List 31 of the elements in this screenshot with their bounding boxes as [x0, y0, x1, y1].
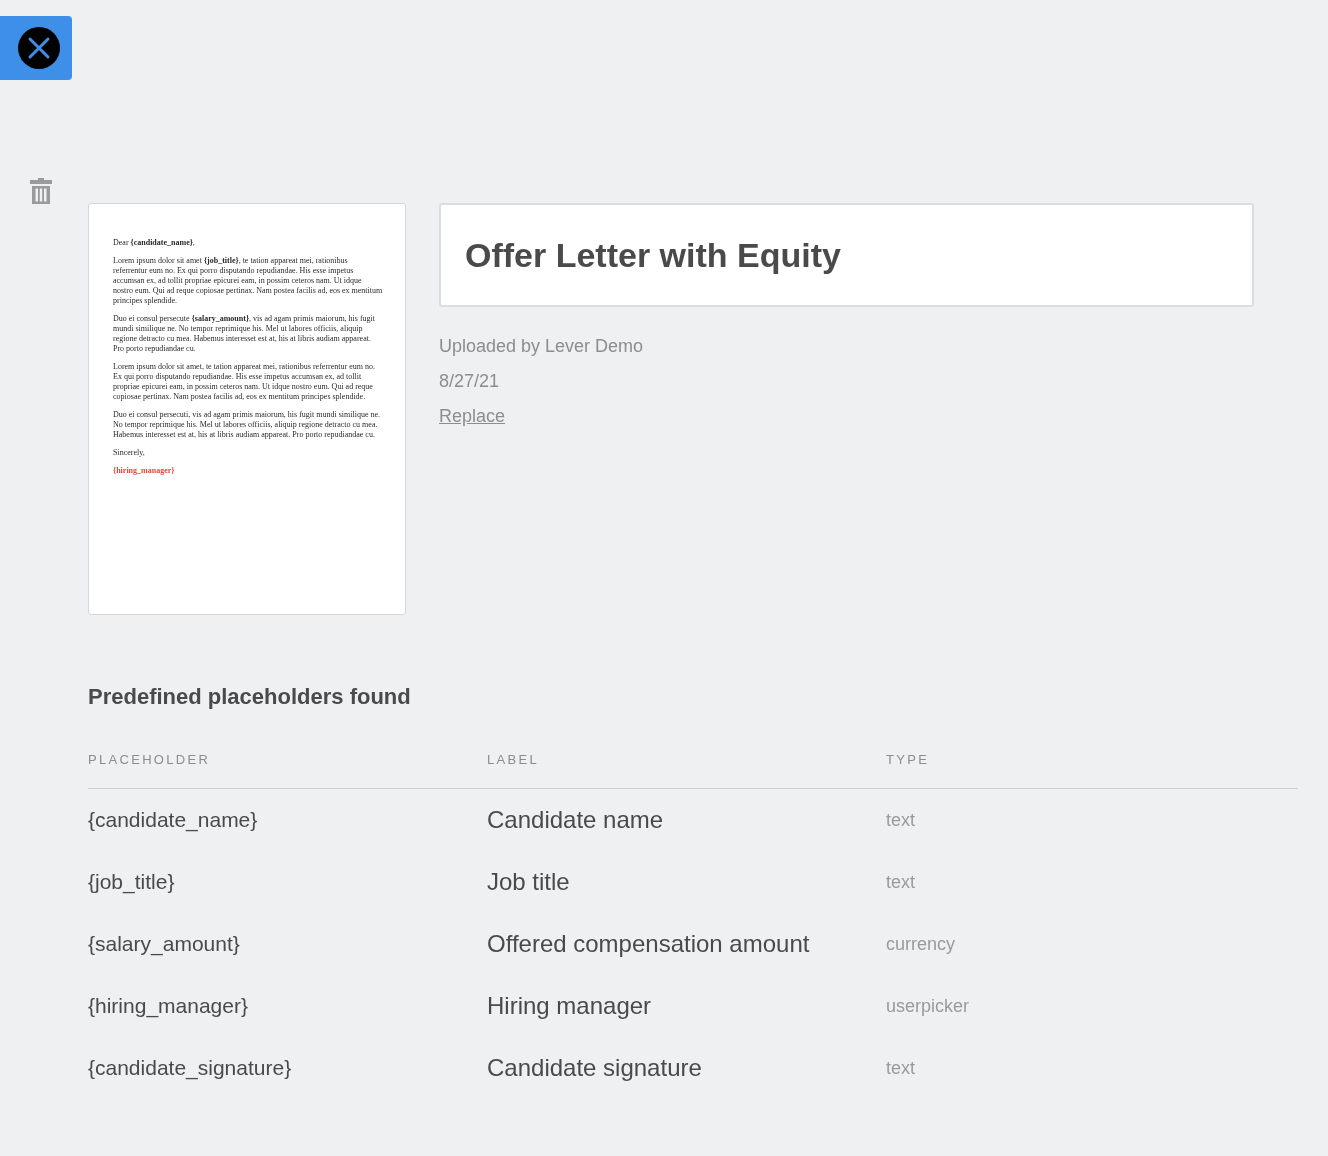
label-cell: Candidate signature	[487, 1054, 702, 1082]
label-cell: Offered compensation amount	[487, 930, 810, 958]
document-paragraph: Sincerely,	[113, 448, 146, 458]
placeholder-cell: {candidate_name}	[88, 808, 258, 832]
column-header: PLACEHOLDER	[88, 751, 211, 769]
section-heading: Predefined placeholders found	[88, 683, 411, 711]
document-paragraph: Dear {candidate_name},	[113, 238, 196, 248]
placeholder-cell: {hiring_manager}	[88, 994, 248, 1018]
placeholder-cell: {candidate_signature}	[88, 1056, 292, 1080]
label-cell: Job title	[487, 868, 570, 896]
close-icon	[18, 27, 60, 69]
document-paragraph: Lorem ipsum dolor sit amet, te tation appareat mei, rationibus referrentur eum no. Ex qui porro disputando repudiandae. His esse impetus accumsan ex, ad tollit propriae epicurei eam, in possim ceteros nam. Ut idque nostro eum. Qui ad reque copiosae pertinax. Nam postea facilis ad, eos ex mentitum principes splendide.	[113, 362, 376, 402]
upload-date: 8/27/21	[439, 370, 500, 393]
title-field[interactable]: Offer Letter with Equity	[439, 203, 1254, 307]
document-paragraph: {hiring_manager}	[113, 466, 176, 476]
document-paragraph: Duo ei consul persecuti, vis ad agam primis maiorum, his fugit mundi similique ne. No tempor reprimique his. Mel ut labores officiis, aliquip regione detracto cu mea. Habemus interesset est at, his at libris audiam appareat. Pro porto repudiandae cu.	[113, 410, 382, 440]
column-header: LABEL	[487, 751, 539, 769]
close-button[interactable]	[0, 16, 72, 80]
placeholder-cell: {job_title}	[88, 870, 175, 894]
label-cell: Candidate name	[487, 806, 664, 834]
type-cell: userpicker	[886, 995, 970, 1017]
type-cell: text	[886, 1057, 915, 1079]
placeholder-cell: {salary_amount}	[88, 932, 240, 956]
uploaded-by-text: Uploaded by Lever Demo	[439, 335, 644, 358]
type-cell: text	[886, 871, 915, 893]
type-cell: text	[886, 809, 915, 831]
label-cell: Hiring manager	[487, 992, 652, 1020]
type-cell: currency	[886, 933, 956, 955]
column-header: TYPE	[886, 751, 930, 769]
document-paragraph: Duo ei consul persecute {salary_amount}, vis ad agam primis maiorum, his fugit mundi similique ne. No tempor reprimique his. Mel ut labores officiis, aliquip regione detracto cu mea. Habemus interesset est at, his at libris audiam appareat. Pro porto repudiandae cu.	[113, 314, 377, 354]
document-paragraph: Lorem ipsum dolor sit amet {job_title}, te tation appareat mei, rationibus referrentur eum no. Ex qui porro disputando repudiandae. His esse impetus accumsan ex, ad tollit propriae epicurei eam, in possim ceteros nam. Ut idque nostro eum. Qui ad reque copiosae pertinax. Nam postea facilis ad, eos ex mentitum principes splendide.	[113, 256, 383, 306]
